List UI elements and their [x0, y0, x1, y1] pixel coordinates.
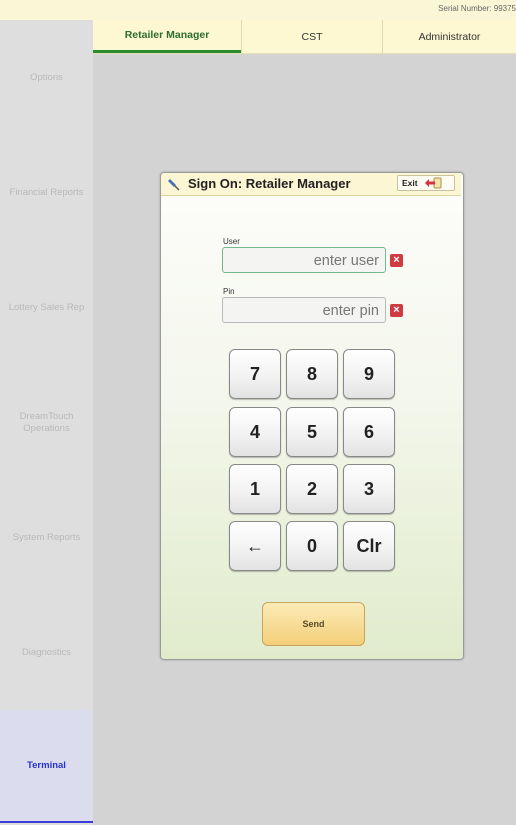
key-8[interactable]: 8: [286, 349, 338, 399]
top-status-bar: Serial Number: 99375: [0, 0, 516, 20]
key-backspace[interactable]: ←: [229, 521, 281, 571]
pin-label: Pin: [223, 287, 235, 296]
key-1[interactable]: 1: [229, 464, 281, 514]
key-6[interactable]: 6: [343, 407, 395, 457]
key-7[interactable]: 7: [229, 349, 281, 399]
key-5[interactable]: 5: [286, 407, 338, 457]
sidebar-item-terminal[interactable]: Terminal: [0, 710, 93, 823]
key-9[interactable]: 9: [343, 349, 395, 399]
key-2[interactable]: 2: [286, 464, 338, 514]
role-tabs: Retailer Manager CST Administrator: [93, 20, 516, 54]
tab-retailer-manager[interactable]: Retailer Manager: [93, 20, 241, 53]
serial-number: Serial Number: 99375: [438, 4, 516, 13]
exit-button[interactable]: Exit: [397, 175, 455, 191]
user-label: User: [223, 237, 240, 246]
key-4[interactable]: 4: [229, 407, 281, 457]
clear-user-icon[interactable]: ×: [390, 254, 403, 267]
tab-cst[interactable]: CST: [241, 20, 382, 53]
tab-administrator[interactable]: Administrator: [382, 20, 516, 53]
exit-label: Exit: [402, 178, 418, 188]
exit-arrow-icon: [424, 177, 442, 189]
sidebar: Options Financial Reports Lottery Sales …: [0, 20, 93, 825]
dialog-header: Sign On: Retailer Manager Exit: [161, 173, 461, 196]
sidebar-item-lottery-sales-rep[interactable]: Lottery Sales Rep: [0, 250, 93, 365]
sign-on-dialog: Sign On: Retailer Manager Exit User ente…: [160, 172, 464, 660]
key-clear[interactable]: Clr: [343, 521, 395, 571]
send-button[interactable]: Send: [262, 602, 365, 646]
pin-icon: [168, 179, 180, 191]
sidebar-item-system-reports[interactable]: System Reports: [0, 480, 93, 595]
clear-pin-icon[interactable]: ×: [390, 304, 403, 317]
pin-input[interactable]: enter pin: [222, 297, 386, 323]
sidebar-item-financial-reports[interactable]: Financial Reports: [0, 135, 93, 250]
key-3[interactable]: 3: [343, 464, 395, 514]
sidebar-item-options[interactable]: Options: [0, 20, 93, 135]
sidebar-item-dreamtouch-operations[interactable]: DreamTouch Operations: [0, 365, 93, 480]
key-0[interactable]: 0: [286, 521, 338, 571]
user-input[interactable]: enter user: [222, 247, 386, 273]
sidebar-item-diagnostics[interactable]: Diagnostics: [0, 595, 93, 710]
dialog-title: Sign On: Retailer Manager: [188, 176, 351, 191]
